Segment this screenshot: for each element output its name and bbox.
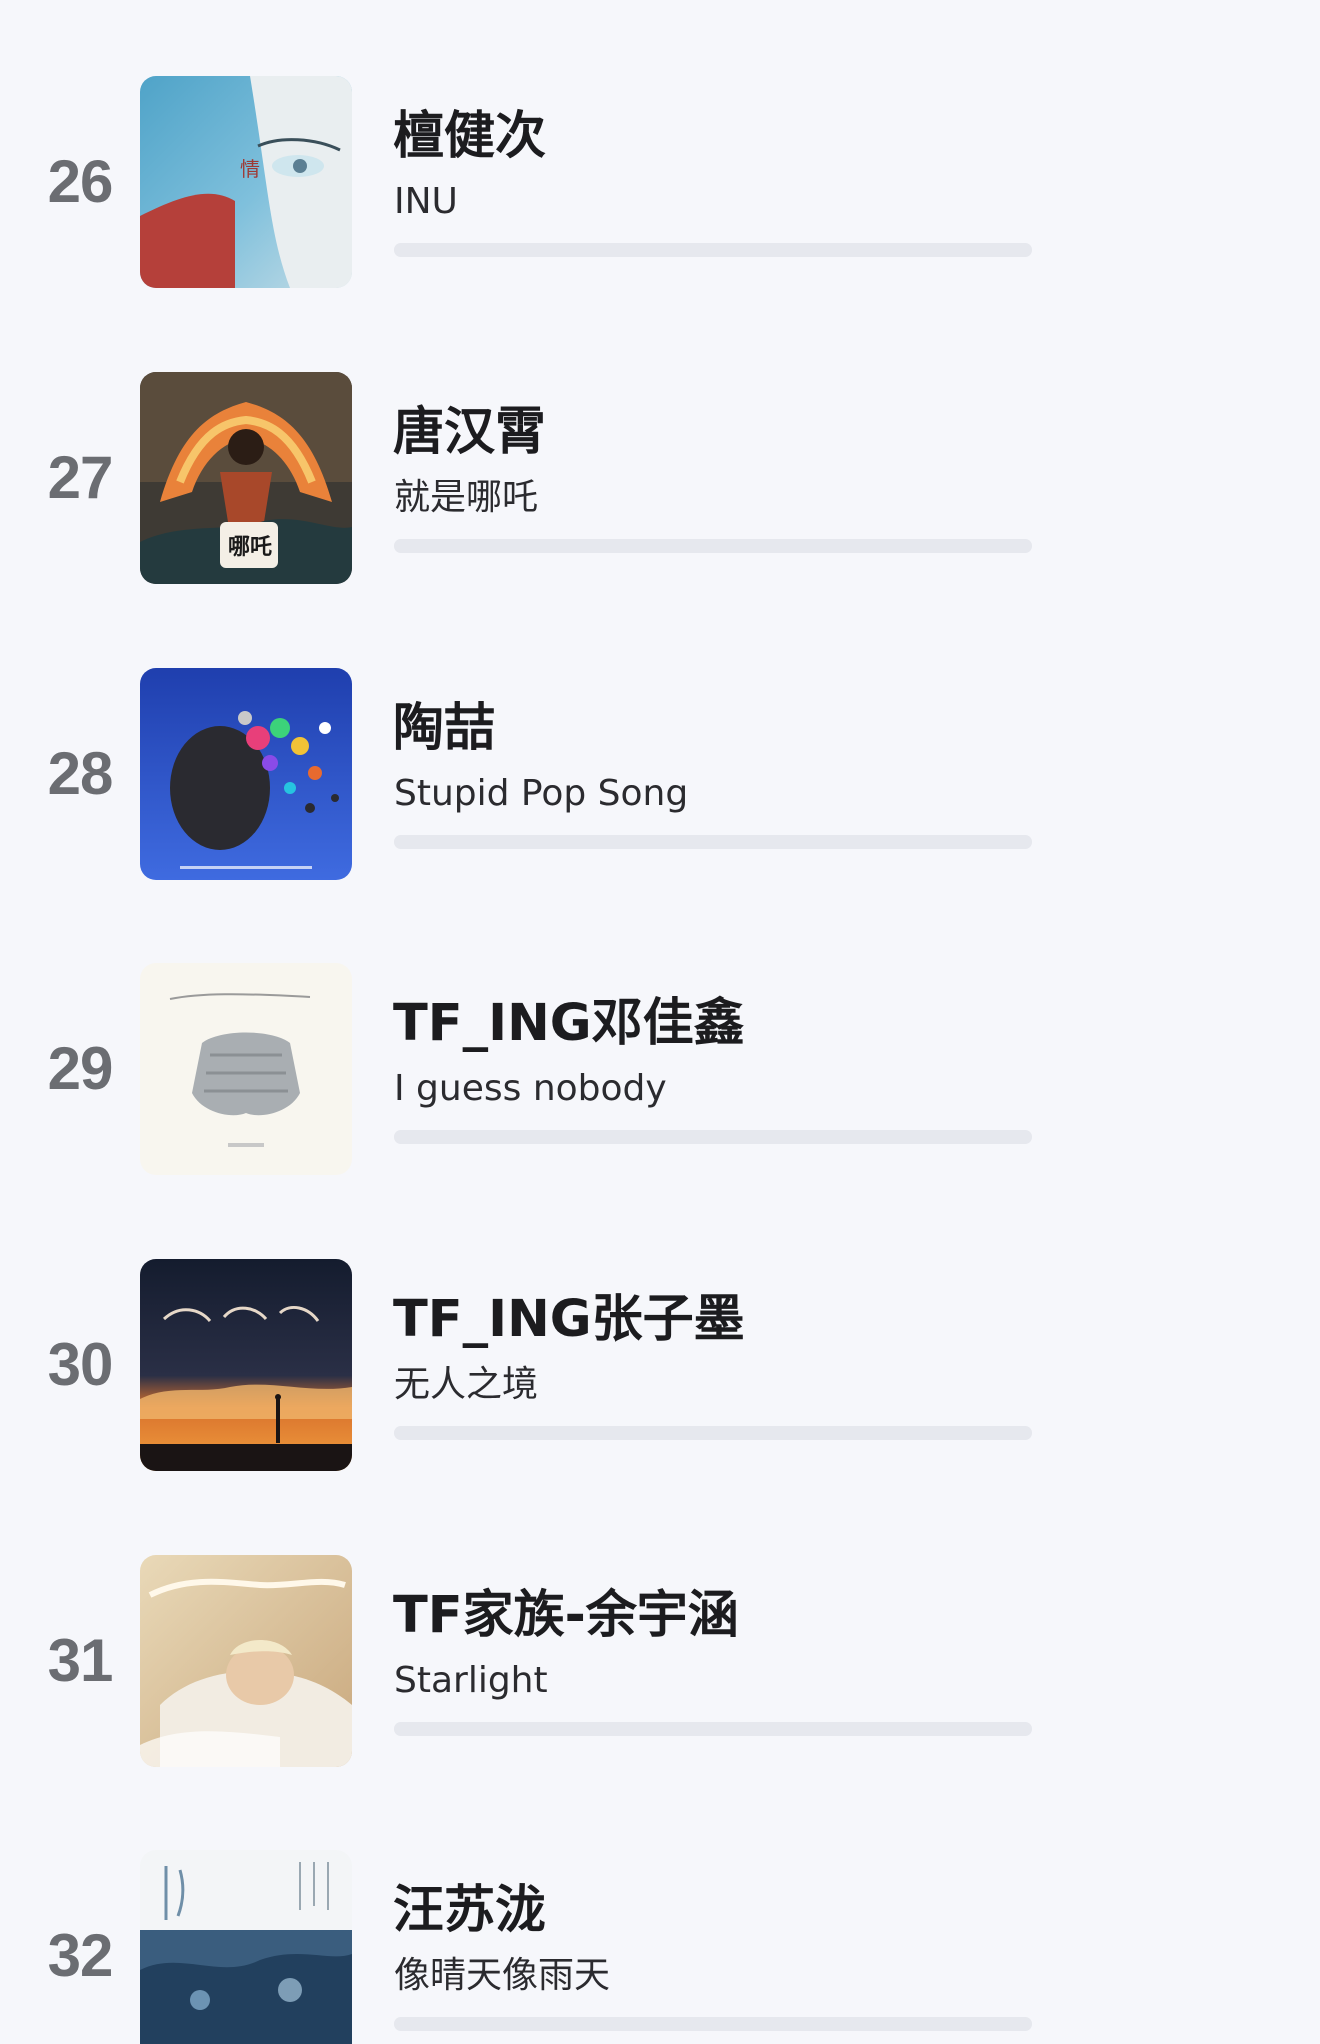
artist-name: 唐汉霄: [393, 403, 547, 462]
list-item[interactable]: 32 汪苏泷 像晴天像雨天: [0, 1850, 1320, 2044]
progress-track: [394, 243, 1032, 257]
artist-name: TF家族-余宇涵: [393, 1586, 739, 1645]
rank-number: 28: [47, 740, 114, 807]
album-cover-art: [140, 963, 352, 1175]
svg-text:情: 情: [240, 157, 260, 181]
song-title: Starlight: [394, 1660, 548, 1701]
album-cover-art: 情: [140, 76, 352, 288]
artist-name: 汪苏泷: [393, 1881, 547, 1940]
artist-name: TF_ING张子墨: [393, 1290, 745, 1349]
progress-track: [394, 1426, 1032, 1440]
album-cover[interactable]: [140, 1259, 352, 1471]
progress-track: [394, 539, 1032, 553]
album-cover[interactable]: 哪吒: [140, 372, 352, 584]
album-cover-art: [140, 668, 352, 880]
song-title: 就是哪吒: [394, 477, 539, 518]
chart-list: 26 情 檀健次 INU 27 哪吒 唐汉霄 就是哪吒 28 陶喆 Stupid…: [0, 0, 1320, 2044]
album-cover-art: 哪吒: [140, 372, 352, 584]
song-title: 无人之境: [394, 1364, 539, 1405]
progress-track: [394, 2017, 1032, 2031]
artist-name: 陶喆: [393, 699, 496, 758]
song-title: INU: [394, 181, 458, 222]
rank-number: 31: [47, 1627, 114, 1694]
album-cover[interactable]: [140, 963, 352, 1175]
list-item[interactable]: 29 TF_ING邓佳鑫 I guess nobody: [0, 963, 1320, 1175]
song-title: I guess nobody: [394, 1068, 667, 1109]
list-item[interactable]: 31 TF家族-余宇涵 Starlight: [0, 1555, 1320, 1767]
album-cover-art: [140, 1259, 352, 1471]
rank-number: 27: [47, 444, 114, 511]
song-title: 像晴天像雨天: [394, 1955, 611, 1996]
progress-fill: [394, 2017, 1032, 2031]
progress-track: [394, 835, 1032, 849]
progress-fill: [394, 243, 1032, 257]
progress-fill: [394, 539, 1032, 553]
artist-name: 檀健次: [393, 107, 547, 166]
progress-fill: [394, 1722, 1032, 1736]
rank-number: 26: [47, 148, 114, 215]
song-title: Stupid Pop Song: [394, 773, 689, 814]
progress-fill: [394, 1426, 1032, 1440]
svg-text:哪吒: 哪吒: [228, 535, 272, 560]
artist-name: TF_ING邓佳鑫: [393, 994, 745, 1053]
rank-number: 32: [47, 1922, 114, 1989]
album-cover[interactable]: 情: [140, 76, 352, 288]
list-item[interactable]: 28 陶喆 Stupid Pop Song: [0, 668, 1320, 880]
album-cover[interactable]: [140, 1555, 352, 1767]
progress-fill: [394, 835, 1032, 849]
list-item[interactable]: 27 哪吒 唐汉霄 就是哪吒: [0, 372, 1320, 584]
list-item[interactable]: 26 情 檀健次 INU: [0, 76, 1320, 288]
album-cover-art: [140, 1555, 352, 1767]
rank-number: 30: [47, 1331, 114, 1398]
album-cover[interactable]: [140, 1850, 352, 2044]
progress-fill: [394, 1130, 1032, 1144]
album-cover-art: [140, 1850, 352, 2044]
progress-track: [394, 1130, 1032, 1144]
list-item[interactable]: 30 TF_ING张子墨 无人之境: [0, 1259, 1320, 1471]
progress-track: [394, 1722, 1032, 1736]
album-cover[interactable]: [140, 668, 352, 880]
rank-number: 29: [47, 1035, 114, 1102]
